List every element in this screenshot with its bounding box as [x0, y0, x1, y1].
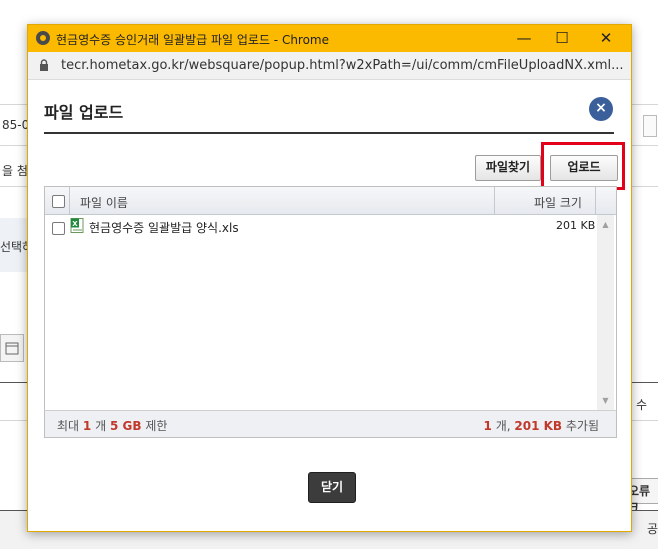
file-grid: 파일 이름 파일 크기 X 현금영수증 일괄발급 양식.xls 201 KB ▲…	[44, 186, 617, 413]
excel-file-icon: X	[70, 218, 84, 233]
grid-header: 파일 이름 파일 크기	[45, 187, 616, 215]
lock-icon	[40, 59, 48, 71]
svg-text:X: X	[72, 220, 78, 228]
bg-attach-fragment: 을 첨	[2, 164, 28, 178]
row-checkbox[interactable]	[52, 222, 65, 235]
maximize-button[interactable]: ☐	[540, 25, 584, 52]
address-bar[interactable]: tecr.hometax.go.kr/websquare/popup.html?…	[28, 52, 631, 80]
bg-calendar-icon[interactable]	[0, 334, 24, 362]
upload-limit-text: 최대 1 개 5 GB 제한	[57, 419, 168, 433]
column-header-name[interactable]: 파일 이름	[80, 194, 128, 211]
popup-content: 파일 업로드 × 파일찾기 업로드 파일 이름 파일 크기 X 현금영수증 일괄…	[28, 80, 631, 531]
popup-window: 현금영수증 승인거래 일괄발급 파일 업로드 - Chrome — ☐ ✕ te…	[27, 24, 632, 532]
url-text: tecr.hometax.go.kr/websquare/popup.html?…	[61, 58, 624, 73]
window-close-button[interactable]: ✕	[584, 25, 628, 52]
chrome-icon	[36, 31, 50, 45]
popup-title: 파일 업로드	[44, 103, 124, 122]
file-size: 201 KB	[556, 219, 596, 232]
added-files-text: 1 개, 201 KB 추가됨	[483, 419, 600, 433]
title-divider	[44, 132, 614, 134]
close-icon[interactable]: ×	[589, 97, 613, 121]
upload-highlight-box	[541, 142, 625, 190]
window-titlebar[interactable]: 현금영수증 승인거래 일괄발급 파일 업로드 - Chrome — ☐ ✕	[28, 25, 631, 52]
close-button[interactable]: 닫기	[308, 472, 356, 503]
bg-bottom-right-fragment: 공	[647, 522, 658, 536]
grid-footer: 최대 1 개 5 GB 제한 1 개, 201 KB 추가됨	[44, 410, 617, 438]
scroll-down-icon[interactable]: ▼	[597, 394, 614, 408]
file-name: 현금영수증 일괄발급 양식.xls	[89, 221, 239, 235]
column-header-size[interactable]: 파일 크기	[534, 194, 582, 211]
bg-right-fragment-2: 수	[636, 398, 648, 412]
scroll-up-icon[interactable]: ▲	[597, 218, 614, 232]
find-file-button[interactable]: 파일찾기	[475, 155, 541, 181]
table-row[interactable]: X 현금영수증 일괄발급 양식.xls 201 KB	[45, 215, 597, 237]
window-title: 현금영수증 승인거래 일괄발급 파일 업로드 - Chrome	[56, 33, 330, 47]
vertical-scrollbar[interactable]: ▲ ▼	[597, 215, 614, 411]
select-all-checkbox[interactable]	[52, 195, 65, 208]
